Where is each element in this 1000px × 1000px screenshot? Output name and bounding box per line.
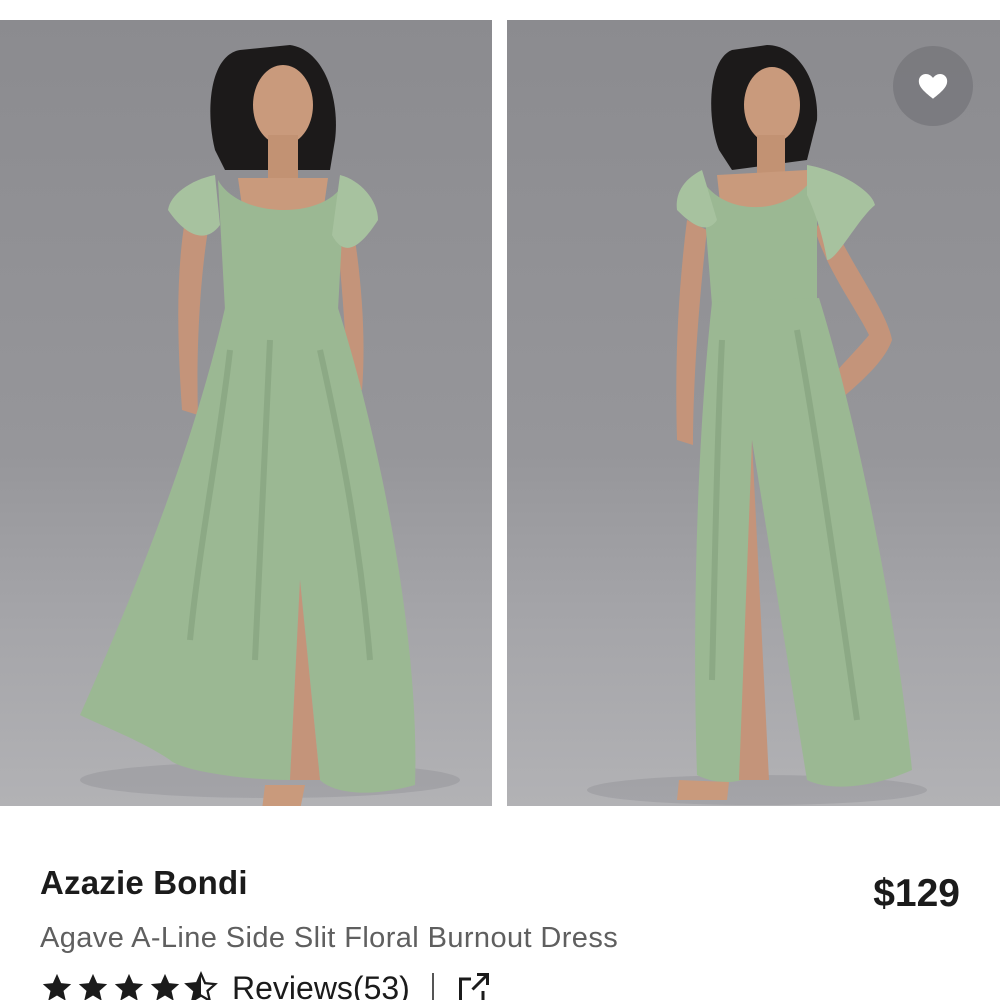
star-icon — [114, 973, 144, 1000]
half-star-icon — [184, 971, 218, 1000]
star-icon — [150, 973, 180, 1000]
heart-icon — [918, 73, 948, 99]
reviews-link[interactable]: Reviews(53) — [232, 970, 410, 1000]
product-info: Azazie Bondi $129 Agave A-Line Side Slit… — [0, 806, 1000, 1000]
favorite-button[interactable] — [893, 46, 973, 126]
model-figure-side — [587, 45, 927, 805]
star-icon — [78, 973, 108, 1000]
model-figure-front — [80, 45, 460, 806]
product-price: $129 — [873, 872, 960, 915]
product-brand: Azazie Bondi — [40, 864, 248, 901]
star-icon — [42, 973, 72, 1000]
product-photo-front[interactable] — [0, 20, 492, 806]
external-link-icon[interactable] — [456, 970, 492, 1000]
rating-row: Reviews(53) — [40, 968, 492, 1000]
star-rating[interactable] — [40, 971, 218, 1000]
product-name: Agave A-Line Side Slit Floral Burnout Dr… — [40, 922, 619, 954]
divider — [431, 973, 434, 1000]
product-photo-side[interactable] — [507, 20, 1000, 806]
product-image-gallery[interactable] — [0, 20, 1000, 806]
